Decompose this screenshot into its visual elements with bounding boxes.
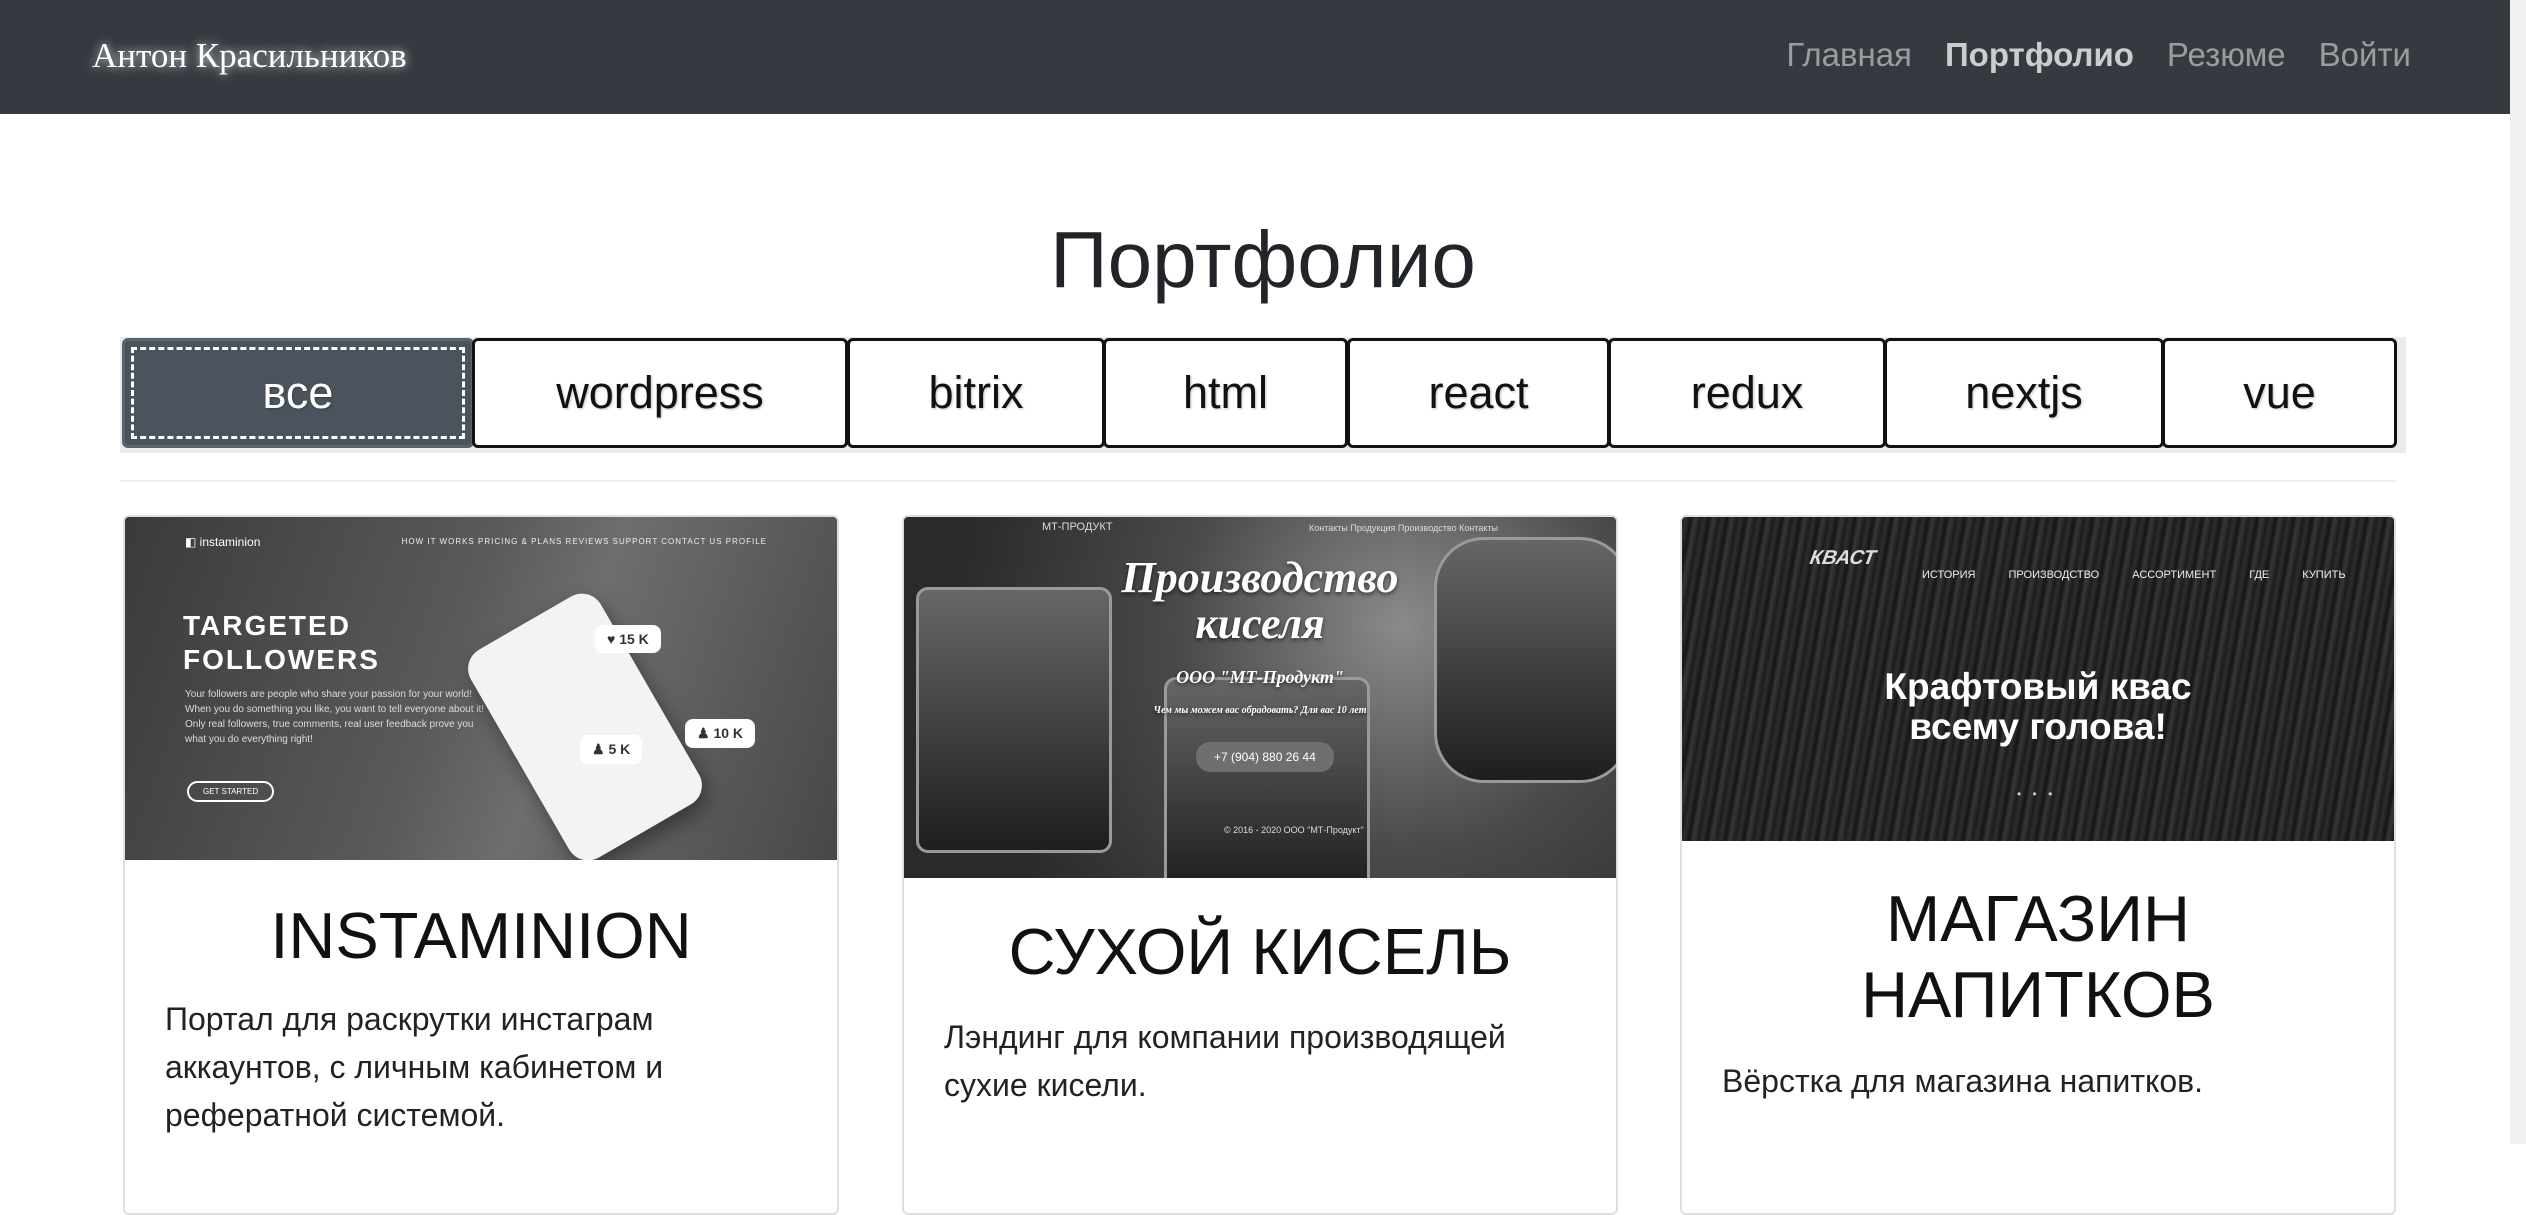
preview-headline: Крафтовый квас всему голова! [1884,666,2192,747]
card-preview-image: КВАСТ ИСТОРИЯ ПРОИЗВОДСТВО АССОРТИМЕНТ Г… [1682,517,2394,841]
brand-link[interactable]: Антон Красильников [92,36,407,76]
preview-headline: TARGETED FOLLOWERS [183,610,380,675]
preview-logo: КВАСТ [1808,547,1878,569]
preview-phone: +7 (904) 880 26 44 [1196,742,1334,772]
phone-mockup [460,585,710,860]
nav-link-portfolio[interactable]: Портфолио [1945,36,2134,74]
preview-menu: ИСТОРИЯ ПРОИЗВОДСТВО АССОРТИМЕНТ ГДЕ КУП… [1922,569,2346,581]
slider-dots: • • • [2017,787,2057,801]
filter-redux-button[interactable]: redux [1608,338,1886,448]
preview-cta: GET STARTED [187,781,275,802]
nav-link-login[interactable]: Войти [2319,36,2411,74]
preview-footer: © 2016 - 2020 ООО "МТ-Продукт" [1224,825,1364,835]
preview-menu: HOW IT WORKS PRICING & PLANS REVIEWS SUP… [401,537,767,546]
preview-menu: Контакты Продукция Производство Контакты [1309,523,1498,533]
card-description: Лэндинг для компании производящей сухие … [944,1019,1506,1103]
nav-links: Главная Портфолио Резюме Войти [1753,36,2411,74]
filter-wordpress-button[interactable]: wordpress [472,338,848,448]
preview-slogan: Чем мы можем вас обрадовать? Для вас 10 … [1153,705,1367,716]
likes-badge: ♥ 15 K [595,625,661,653]
filter-bitrix-button[interactable]: bitrix [847,338,1105,448]
card-title: INSTAMINION [270,899,692,972]
filter-all-button[interactable]: все [122,338,474,448]
filter-react-button[interactable]: react [1347,338,1610,448]
preview-subtext: Your followers are people who share your… [185,689,485,745]
preview-logo: ◧ instaminion [185,535,261,549]
portfolio-card-instaminion[interactable]: ◧ instaminion HOW IT WORKS PRICING & PLA… [123,515,839,1215]
card-preview-image: МТ-ПРОДУКТ Контакты Продукция Производст… [904,517,1616,878]
top-navbar: Антон Красильников Главная Портфолио Рез… [0,0,2526,114]
preview-logo: МТ-ПРОДУКТ [1042,521,1113,533]
portfolio-card-kisel[interactable]: МТ-ПРОДУКТ Контакты Продукция Производст… [902,515,1618,1215]
card-title: МАГАЗИН НАПИТКОВ [1861,882,2215,1031]
page-title: Портфолио [1050,215,1476,304]
filter-html-button[interactable]: html [1103,338,1348,448]
divider [120,480,2396,482]
scrollbar[interactable] [2510,0,2526,1144]
nav-link-resume[interactable]: Резюме [2167,36,2286,74]
filter-nextjs-button[interactable]: nextjs [1884,338,2164,448]
followers-badge: ♟ 5 K [580,735,643,764]
preview-company: ООО "МТ-Продукт" [1176,667,1344,687]
card-description: Вёрстка для магазина напитков. [1722,1063,2204,1099]
card-preview-image: ◧ instaminion HOW IT WORKS PRICING & PLA… [125,517,837,860]
followers-badge: ♟ 10 K [685,719,756,748]
card-title: СУХОЙ КИСЕЛЬ [1008,915,1512,988]
preview-headline: Производство киселя [1121,553,1399,648]
nav-link-home[interactable]: Главная [1786,36,1912,74]
portfolio-card-drinks-shop[interactable]: КВАСТ ИСТОРИЯ ПРОИЗВОДСТВО АССОРТИМЕНТ Г… [1680,515,2396,1215]
filter-vue-button[interactable]: vue [2162,338,2397,448]
card-description: Портал для раскрутки инстаграм аккаунтов… [165,1001,664,1133]
